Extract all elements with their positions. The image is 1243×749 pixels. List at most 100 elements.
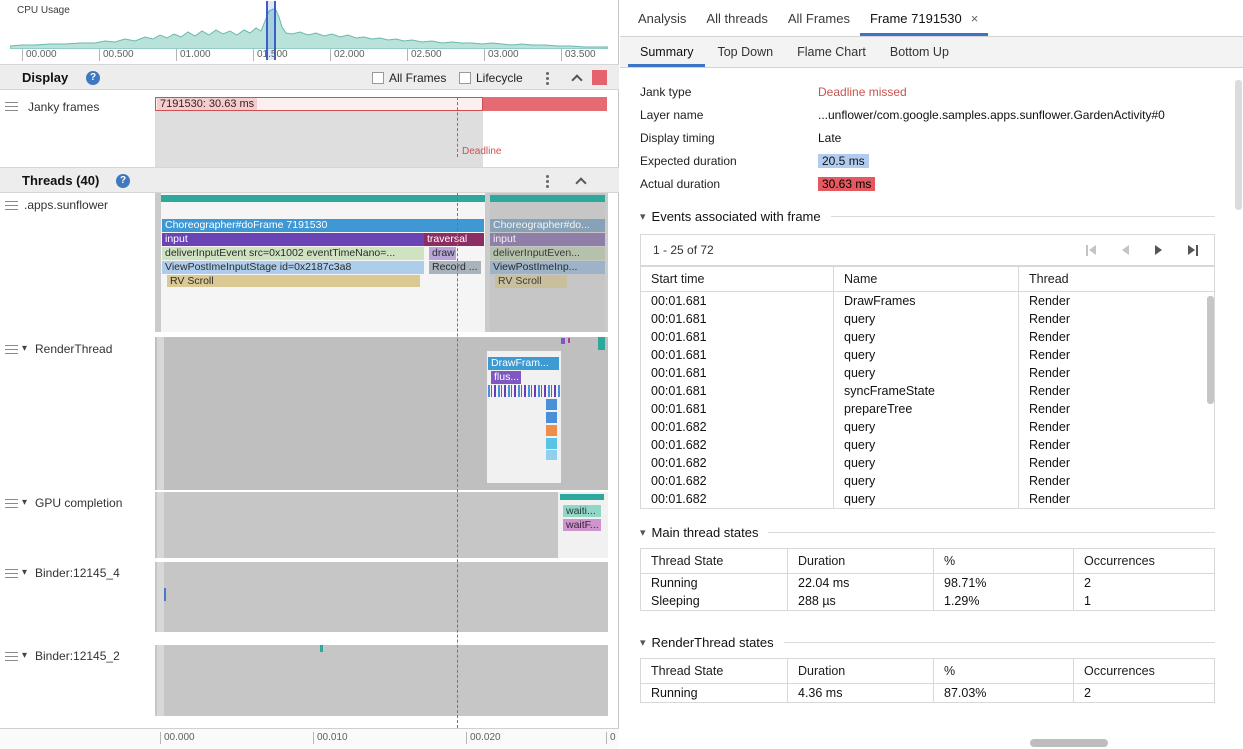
last-page-button[interactable] bbox=[1188, 245, 1198, 256]
first-page-button[interactable] bbox=[1086, 245, 1096, 256]
trace-event-drawframe[interactable]: DrawFram... bbox=[488, 357, 559, 370]
janky-frames-row-label[interactable]: Janky frames bbox=[0, 90, 155, 167]
column-header-duration[interactable]: Duration bbox=[788, 659, 934, 684]
drag-handle-icon[interactable] bbox=[5, 499, 18, 510]
thread-track-gpu[interactable]: waiti... waitF... bbox=[155, 492, 608, 558]
trace-event-block[interactable] bbox=[546, 450, 557, 460]
cpu-usage-chart[interactable] bbox=[10, 7, 608, 49]
prev-page-button[interactable] bbox=[1122, 245, 1129, 255]
render-states-section-header[interactable]: ▾ RenderThread states bbox=[640, 635, 1215, 650]
event-row[interactable]: 00:01.682queryRender bbox=[641, 454, 1215, 472]
column-header-percent[interactable]: % bbox=[934, 549, 1074, 574]
trace-event-dim[interactable]: input bbox=[490, 233, 605, 246]
main-states-section-header[interactable]: ▾ Main thread states bbox=[640, 525, 1215, 540]
frame-overrun-bar[interactable] bbox=[483, 97, 607, 111]
thread-track-binder4[interactable] bbox=[155, 562, 608, 632]
drag-handle-icon[interactable] bbox=[5, 652, 18, 663]
help-icon[interactable]: ? bbox=[116, 174, 130, 188]
trace-event-waiting[interactable]: waiti... bbox=[563, 505, 601, 517]
tab-all-frames[interactable]: All Frames bbox=[778, 0, 860, 36]
close-icon[interactable]: × bbox=[971, 11, 979, 26]
all-frames-checkbox[interactable] bbox=[372, 72, 384, 84]
trace-event-flush[interactable]: flus... bbox=[491, 371, 521, 384]
tab-analysis[interactable]: Analysis bbox=[628, 0, 696, 36]
event-row[interactable]: 00:01.681queryRender bbox=[641, 310, 1215, 328]
expand-arrow-icon[interactable]: ▾ bbox=[22, 567, 27, 578]
subtab-top-down[interactable]: Top Down bbox=[705, 37, 785, 67]
trace-event-dim[interactable]: ViewPostImeInp... bbox=[490, 261, 605, 274]
expand-arrow-icon[interactable]: ▾ bbox=[22, 497, 27, 508]
panel-vertical-scrollbar[interactable] bbox=[1235, 80, 1242, 210]
tab-frame-7191530[interactable]: Frame 7191530 × bbox=[860, 0, 988, 36]
column-header-thread-state[interactable]: Thread State bbox=[641, 549, 788, 574]
help-icon[interactable]: ? bbox=[86, 71, 100, 85]
column-header-occurrences[interactable]: Occurrences bbox=[1074, 549, 1215, 574]
kebab-menu-icon[interactable] bbox=[546, 77, 549, 80]
trace-event-input[interactable]: input bbox=[162, 233, 424, 246]
collapse-triangle-icon[interactable]: ▾ bbox=[640, 636, 646, 649]
trace-event-dim[interactable]: RV Scroll bbox=[495, 275, 567, 288]
trace-event-draw[interactable]: draw bbox=[429, 247, 456, 260]
column-header-duration[interactable]: Duration bbox=[788, 549, 934, 574]
drag-handle-icon[interactable] bbox=[5, 345, 18, 356]
chevron-up-icon[interactable] bbox=[575, 177, 586, 188]
kebab-menu-icon[interactable] bbox=[546, 180, 549, 183]
chevron-up-icon[interactable] bbox=[571, 74, 582, 85]
next-page-button[interactable] bbox=[1155, 245, 1162, 255]
drag-handle-icon[interactable] bbox=[5, 201, 18, 212]
trace-event-dim[interactable]: Choreographer#do... bbox=[490, 219, 605, 232]
column-header-start-time[interactable]: Start time bbox=[641, 267, 834, 292]
event-row[interactable]: 00:01.682queryRender bbox=[641, 472, 1215, 490]
lifecycle-checkbox-group[interactable]: Lifecycle bbox=[459, 71, 523, 85]
selected-frame-bar[interactable]: 7191530: 30.63 ms bbox=[155, 97, 483, 111]
event-row[interactable]: 00:01.681prepareTreeRender bbox=[641, 400, 1215, 418]
thread-track-sunflower[interactable]: Choreographer#do... input deliverInputEv… bbox=[155, 193, 608, 332]
trace-event-block[interactable] bbox=[546, 412, 557, 423]
thread-track-renderthread[interactable]: DrawFram... flus... bbox=[155, 337, 608, 490]
panel-horizontal-scrollbar[interactable] bbox=[1030, 739, 1108, 747]
event-row[interactable]: 00:01.682queryRender bbox=[641, 490, 1215, 509]
janky-frames-track[interactable]: 7191530: 30.63 ms Deadline bbox=[155, 90, 608, 167]
trace-event-block[interactable] bbox=[546, 399, 557, 410]
event-row[interactable]: 00:01.681DrawFramesRender bbox=[641, 292, 1215, 311]
state-row[interactable]: Running22.04 ms98.71%2 bbox=[641, 574, 1215, 593]
trace-event-rv-scroll[interactable]: RV Scroll bbox=[167, 275, 420, 287]
event-row[interactable]: 00:01.681syncFrameStateRender bbox=[641, 382, 1215, 400]
trace-event-cluster[interactable] bbox=[488, 385, 561, 397]
collapse-triangle-icon[interactable]: ▾ bbox=[640, 210, 646, 223]
column-header-thread[interactable]: Thread bbox=[1019, 267, 1215, 292]
column-header-percent[interactable]: % bbox=[934, 659, 1074, 684]
subtab-flame-chart[interactable]: Flame Chart bbox=[785, 37, 878, 67]
drag-handle-icon[interactable] bbox=[5, 102, 18, 113]
thread-label-renderthread[interactable]: ▾ RenderThread bbox=[0, 337, 155, 490]
lifecycle-checkbox[interactable] bbox=[459, 72, 471, 84]
thread-label-binder2[interactable]: ▾ Binder:12145_2 bbox=[0, 645, 155, 716]
trace-event-waitfence[interactable]: waitF... bbox=[563, 519, 601, 531]
event-row[interactable]: 00:01.681queryRender bbox=[641, 364, 1215, 382]
all-frames-checkbox-group[interactable]: All Frames bbox=[372, 71, 446, 85]
trace-event-block[interactable] bbox=[546, 438, 557, 449]
thread-label-binder4[interactable]: ▾ Binder:12145_4 bbox=[0, 562, 155, 632]
trace-event-viewpost[interactable]: ViewPostImeInputStage id=0x2187c3a8 bbox=[162, 261, 424, 274]
trace-event-traversal[interactable]: traversal bbox=[424, 233, 484, 246]
event-row[interactable]: 00:01.681queryRender bbox=[641, 328, 1215, 346]
events-section-header[interactable]: ▾ Events associated with frame bbox=[640, 209, 1215, 224]
thread-track-binder2[interactable] bbox=[155, 645, 608, 716]
thread-label-gpu[interactable]: ▾ GPU completion bbox=[0, 492, 155, 558]
trace-event-choreographer[interactable]: Choreographer#doFrame 7191530 bbox=[162, 219, 484, 232]
column-header-name[interactable]: Name bbox=[834, 267, 1019, 292]
expand-arrow-icon[interactable]: ▾ bbox=[22, 650, 27, 661]
event-row[interactable]: 00:01.682queryRender bbox=[641, 418, 1215, 436]
drag-handle-icon[interactable] bbox=[5, 569, 18, 580]
trace-event-dim[interactable]: deliverInputEven... bbox=[490, 247, 605, 260]
trace-event-deliver-input[interactable]: deliverInputEvent src=0x1002 eventTimeNa… bbox=[162, 247, 424, 260]
trace-event-record[interactable]: Record ... bbox=[429, 261, 481, 274]
tab-all-threads[interactable]: All threads bbox=[696, 0, 777, 36]
collapse-triangle-icon[interactable]: ▾ bbox=[640, 526, 646, 539]
column-header-occurrences[interactable]: Occurrences bbox=[1074, 659, 1215, 684]
event-row[interactable]: 00:01.681queryRender bbox=[641, 346, 1215, 364]
trace-event-block[interactable] bbox=[546, 425, 557, 436]
event-row[interactable]: 00:01.682queryRender bbox=[641, 436, 1215, 454]
state-row[interactable]: Sleeping288 µs1.29%1 bbox=[641, 592, 1215, 611]
thread-label-sunflower[interactable]: .apps.sunflower bbox=[0, 193, 155, 332]
